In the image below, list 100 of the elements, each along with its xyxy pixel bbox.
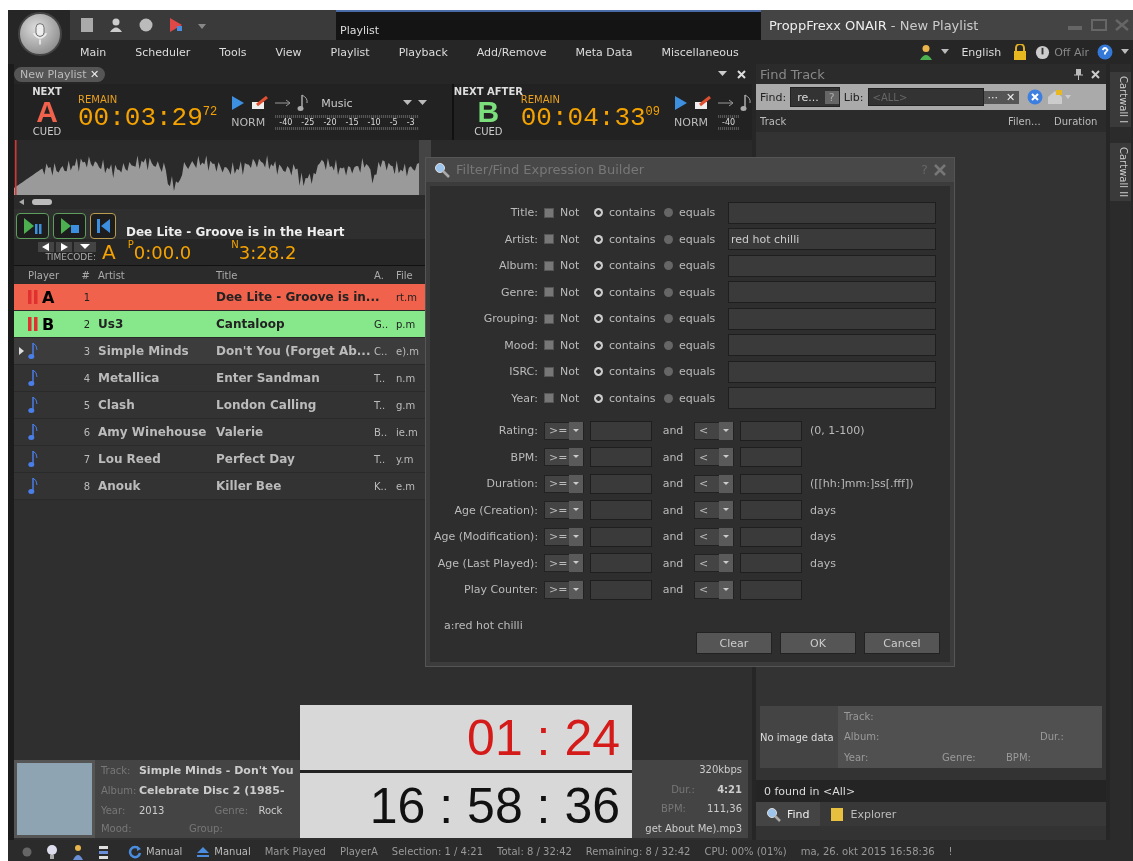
min-field[interactable] [590,420,652,441]
playlist-row[interactable]: 3 Simple Minds Don't You (Forget Ab... C.. e).m [14,338,426,365]
playlist-row[interactable]: B 2 Us3 Cantaloop G.. p.m [14,311,426,338]
match-radio[interactable]: equals [664,232,722,246]
caret-icon[interactable] [1121,49,1129,55]
help-icon[interactable] [1097,44,1113,60]
pencil-icon[interactable] [251,96,270,110]
match-radio[interactable]: contains [594,365,658,379]
match-radio[interactable]: equals [664,312,722,326]
user-icon[interactable] [919,44,934,60]
pin-icon[interactable] [1074,68,1083,80]
flag-icon[interactable] [168,17,184,33]
play-icon[interactable] [231,95,246,111]
playback-mode[interactable]: NORM [231,116,266,129]
cartwall-tab[interactable]: Cartwall II [1110,143,1131,202]
menu-item[interactable]: Main [70,45,126,59]
operator-dropdown[interactable]: < [694,501,734,520]
column-header[interactable]: A. [374,269,396,281]
match-radio[interactable]: equals [664,338,722,352]
match-radio[interactable]: contains [594,232,658,246]
dialog-button[interactable]: Clear [696,632,772,654]
playlist-tab[interactable]: New Playlist ✕ [14,66,106,82]
cue-icon[interactable] [74,242,96,252]
operator-dropdown[interactable]: < [694,527,734,546]
pencil-icon[interactable] [694,96,712,110]
column-header[interactable]: Track [756,115,1008,127]
filter-field[interactable]: red hot chilli [728,228,936,251]
lightbulb-icon[interactable] [46,843,58,860]
playlist-row[interactable]: A 1 Dee Lite - Groove is in... rt.m [14,284,426,311]
operator-dropdown[interactable]: >= [544,580,584,599]
ribbon-tab[interactable]: Playlist [336,10,761,40]
not-checkbox[interactable]: Not [544,232,588,246]
column-header[interactable]: Duration [1054,115,1106,127]
filter-field[interactable] [728,334,936,357]
operator-dropdown[interactable]: >= [544,474,584,493]
match-radio[interactable]: equals [664,285,722,299]
filter-field[interactable] [728,201,936,224]
not-checkbox[interactable]: Not [544,365,588,379]
filter-field[interactable] [728,360,936,383]
column-header[interactable]: # [74,269,94,281]
column-header[interactable]: Player [28,269,74,281]
eject-mode-button[interactable]: Manual [196,845,251,858]
not-checkbox[interactable]: Not [544,285,588,299]
match-radio[interactable]: contains [594,285,658,299]
operator-dropdown[interactable]: < [694,580,734,599]
min-field[interactable] [590,447,652,468]
max-field[interactable] [740,447,802,468]
menu-item[interactable]: Tools [209,45,266,59]
max-field[interactable] [740,553,802,574]
filter-field[interactable] [728,387,936,410]
operator-dropdown[interactable]: < [694,448,734,467]
match-radio[interactable]: contains [594,259,658,273]
on-air-toggle[interactable]: Off Air [1035,44,1089,60]
play-pause-button[interactable] [16,213,49,239]
menu-item[interactable]: Playlist [320,45,389,59]
menu-item[interactable]: Meta Data [565,45,652,59]
lock-icon[interactable] [1013,44,1028,60]
menu-item[interactable]: Add/Remove [466,45,566,59]
column-header[interactable]: File [396,269,426,281]
repeat-mode-button[interactable]: Manual [128,844,183,859]
max-field[interactable] [740,579,802,600]
clear-button[interactable]: ✕ [1002,90,1020,104]
panel-tab[interactable]: Find [756,802,820,826]
match-radio[interactable]: equals [664,259,722,273]
filter-field[interactable] [728,281,936,304]
menu-item[interactable]: Scheduler [125,45,210,59]
operator-dropdown[interactable]: < [694,474,734,493]
person-icon[interactable] [108,17,124,33]
person-icon[interactable] [72,843,84,860]
skip-back-button[interactable] [90,213,116,239]
operator-dropdown[interactable]: >= [544,421,584,440]
dialog-button[interactable]: OK [780,632,856,654]
playback-mode[interactable]: NORM [674,116,709,129]
not-checkbox[interactable]: Not [544,338,588,352]
match-radio[interactable]: contains [594,338,658,352]
match-radio[interactable]: contains [594,206,658,220]
max-field[interactable] [740,500,802,521]
not-checkbox[interactable]: Not [544,259,588,273]
operator-dropdown[interactable]: >= [544,554,584,573]
app-menu-button[interactable] [18,12,62,56]
min-field[interactable] [590,473,652,494]
match-radio[interactable]: contains [594,312,658,326]
filter-field[interactable] [728,307,936,330]
match-radio[interactable]: equals [664,391,722,405]
menu-item[interactable]: Playback [388,45,467,59]
min-field[interactable] [590,579,652,600]
menu-item[interactable]: Miscellaneous [651,45,758,59]
not-checkbox[interactable]: Not [544,391,588,405]
operator-dropdown[interactable]: < [694,554,734,573]
find-input[interactable]: re... ? [790,87,840,107]
operator-dropdown[interactable]: >= [544,527,584,546]
filter-field[interactable] [728,254,936,277]
max-field[interactable] [740,420,802,441]
panel-tab[interactable]: Explorer [819,802,907,826]
language-selector[interactable]: English [961,45,1002,59]
play-stop-button[interactable] [53,213,86,239]
cartwall-tab[interactable]: Cartwall I [1110,72,1131,128]
play-icon[interactable] [674,95,688,111]
dialog-button[interactable]: Cancel [864,632,940,654]
operator-dropdown[interactable]: >= [544,448,584,467]
